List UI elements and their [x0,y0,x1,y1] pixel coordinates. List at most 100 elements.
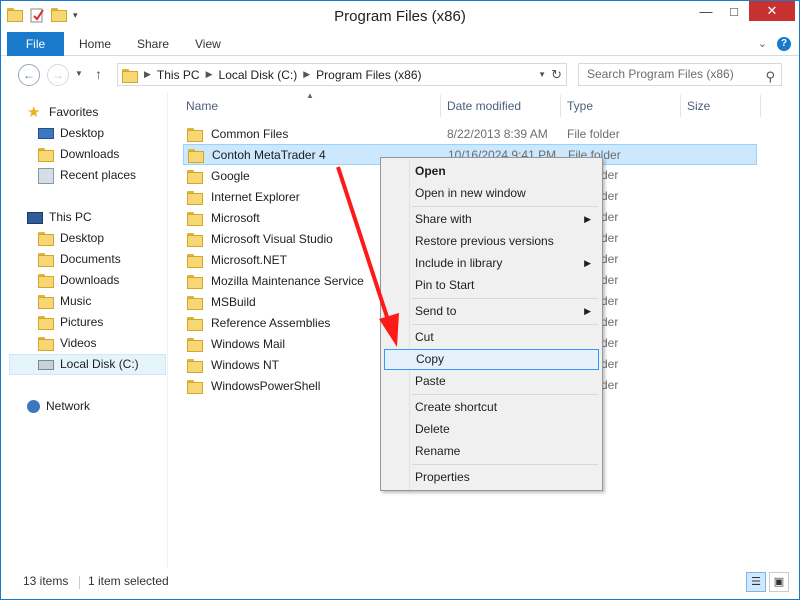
help-icon[interactable]: ? [777,37,791,51]
nav-pc-desktop[interactable]: Desktop [38,228,104,249]
chevron-right-icon[interactable]: ▶ [144,69,151,80]
menu-separator [412,394,598,395]
maximize-button[interactable]: □ [721,1,747,21]
nav-label: Music [60,294,92,308]
menu-item-paste[interactable]: Paste [384,371,599,392]
nav-fav-downloads[interactable]: Downloads [38,144,119,165]
address-bar[interactable]: ▶ This PC ▶ Local Disk (C:) ▶ Program Fi… [117,63,567,86]
nav-fav-desktop[interactable]: Desktop [38,123,104,144]
folder-icon [38,294,54,310]
type-fragment: der [601,168,619,182]
menu-separator [412,206,598,207]
nav-pc-pictures[interactable]: Pictures [38,312,103,333]
nav-pc-music[interactable]: Music [38,291,91,312]
menu-item-label: Include in library [415,256,503,270]
folder-icon [38,336,54,352]
folder-icon [187,253,203,268]
type-fragment: der [601,189,619,203]
folder-icon [187,127,203,142]
details-view-icon[interactable]: ☰ [746,572,766,592]
folder-icon [187,295,203,310]
nav-label: Desktop [60,231,105,245]
nav-label: Downloads [60,273,120,287]
nav-label: Recent places [60,168,137,182]
search-placeholder: Search Program Files (x86) [587,67,734,81]
folder-icon [187,358,203,373]
menu-item-share-with[interactable]: Share with ▶ [384,209,599,230]
file-date: 8/22/2013 8:39 AM [447,126,548,141]
menu-item-open[interactable]: Open [384,161,599,182]
column-header-name[interactable]: Name [180,95,441,117]
context-menu: Open Open in new window Share with ▶ Res… [380,157,603,491]
folder-icon [188,148,204,163]
back-button[interactable]: ← [18,64,40,86]
menu-separator [412,324,598,325]
menu-item-restore-versions[interactable]: Restore previous versions [384,231,599,252]
breadcrumb-program-files[interactable]: Program Files (x86) [316,68,421,82]
nav-pc-documents[interactable]: Documents [38,249,121,270]
large-icons-view-icon[interactable]: ▣ [769,572,789,592]
nav-pc-downloads[interactable]: Downloads [38,270,119,291]
search-input[interactable]: Search Program Files (x86) ⚲ [578,63,782,86]
menu-item-pin-start[interactable]: Pin to Start [384,275,599,296]
folder-icon [187,316,203,331]
close-button[interactable]: ✕ [749,1,795,21]
pane-divider[interactable] [167,93,168,568]
chevron-right-icon[interactable]: ▶ [206,69,213,80]
tab-view[interactable]: View [195,32,221,56]
menu-item-create-shortcut[interactable]: Create shortcut [384,397,599,418]
downloads-icon [38,147,54,163]
column-header-size[interactable]: Size [681,95,761,117]
nav-network[interactable]: Network [27,396,90,417]
folder-icon [38,273,54,289]
ribbon-right-controls: ⌄ ? [758,37,791,51]
file-type: File folder [567,126,620,141]
menu-item-cut[interactable]: Cut [384,327,599,348]
nav-label: This PC [49,210,92,224]
submenu-arrow-icon: ▶ [584,214,591,224]
recent-locations-icon[interactable]: ▼ [75,69,83,78]
tab-share[interactable]: Share [137,32,169,56]
tab-home[interactable]: Home [79,32,111,56]
menu-item-properties[interactable]: Properties [384,467,599,488]
folder-icon [38,231,54,247]
submenu-arrow-icon: ▶ [584,306,591,316]
forward-button[interactable]: → [47,64,69,86]
folder-icon [187,232,203,247]
address-dropdown-icon[interactable]: ▼ [538,70,546,79]
minimize-button[interactable]: — [693,1,719,21]
up-button[interactable]: ↑ [95,66,102,82]
nav-pc-local-disk[interactable]: Local Disk (C:) [9,354,166,375]
computer-icon [27,211,43,224]
menu-item-send-to[interactable]: Send to ▶ [384,301,599,322]
refresh-icon[interactable]: ↻ [551,67,562,83]
folder-icon [38,252,54,268]
nav-this-pc[interactable]: This PC [27,207,92,228]
menu-item-include-library[interactable]: Include in library ▶ [384,253,599,274]
breadcrumb-local-disk[interactable]: Local Disk (C:) [219,68,298,82]
menu-item-delete[interactable]: Delete [384,419,599,440]
type-fragment: der [601,273,619,287]
nav-favorites[interactable]: ★ Favorites [27,102,98,123]
file-row[interactable]: Common Files 8/22/2013 8:39 AM File fold… [183,123,757,144]
tab-file[interactable]: File [7,32,64,56]
search-icon[interactable]: ⚲ [765,66,775,87]
column-header-date[interactable]: Date modified [441,95,561,117]
window-controls: — □ ✕ [693,1,795,21]
type-fragment: der [601,378,619,392]
submenu-arrow-icon: ▶ [584,258,591,268]
desktop-icon [38,128,54,139]
menu-item-copy[interactable]: Copy [384,349,599,370]
nav-fav-recent[interactable]: Recent places [38,165,136,186]
chevron-right-icon[interactable]: ▶ [303,69,310,80]
menu-item-open-new-window[interactable]: Open in new window [384,183,599,204]
nav-label: Videos [60,336,97,350]
expand-ribbon-icon[interactable]: ⌄ [758,37,767,51]
menu-item-rename[interactable]: Rename [384,441,599,462]
breadcrumb-this-pc[interactable]: This PC [157,68,200,82]
menu-separator [412,464,598,465]
nav-pc-videos[interactable]: Videos [38,333,96,354]
type-fragment: der [601,357,619,371]
column-header-type[interactable]: Type [561,95,681,117]
nav-label: Documents [60,252,121,266]
